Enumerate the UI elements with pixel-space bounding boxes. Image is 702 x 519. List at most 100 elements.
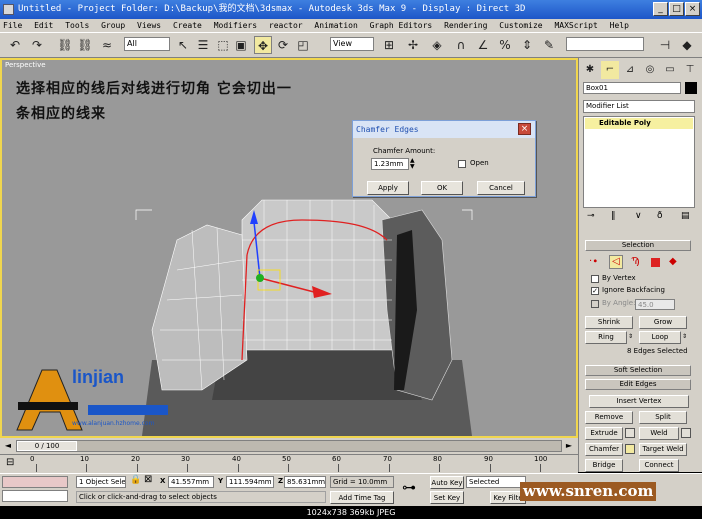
hierarchy-tab-icon[interactable]: ⊿	[621, 61, 639, 79]
menu-file[interactable]: File	[3, 21, 22, 30]
select-object-icon[interactable]: ↖	[174, 36, 192, 54]
named-selection-icon[interactable]: ✎	[540, 36, 558, 54]
mini-curve-editor-icon[interactable]: ⊟	[6, 457, 14, 468]
chamfer-settings-icon[interactable]	[625, 444, 635, 454]
menu-rendering[interactable]: Rendering	[444, 21, 487, 30]
minimize-button[interactable]: _	[653, 2, 668, 16]
select-by-name-icon[interactable]: ☰	[194, 36, 212, 54]
menu-maxscript[interactable]: MAXScript	[554, 21, 597, 30]
loop-button[interactable]: Loop	[639, 331, 681, 344]
pin-stack-icon[interactable]: ⊸	[587, 211, 595, 221]
open-checkbox[interactable]	[458, 160, 466, 168]
select-scale-icon[interactable]: ◰	[294, 36, 312, 54]
modifier-list-select[interactable]: Modifier List	[583, 100, 695, 113]
next-frame-icon[interactable]: ►	[563, 440, 575, 452]
bind-space-warp-icon[interactable]: ≈	[98, 36, 116, 54]
add-time-tag-button[interactable]: Add Time Tag	[330, 491, 394, 504]
perspective-viewport[interactable]: Perspective 选择相应的线后对线进行切角 它会切出一 条相应的线来 l…	[0, 58, 578, 438]
menu-edit[interactable]: Edit	[34, 21, 53, 30]
create-tab-icon[interactable]: ✱	[581, 61, 599, 79]
menu-customize[interactable]: Customize	[499, 21, 542, 30]
ring-button[interactable]: Ring	[585, 331, 627, 344]
align-icon[interactable]: ◆	[678, 36, 696, 54]
maxscript-listener-input[interactable]	[2, 490, 68, 502]
chamfer-button[interactable]: Chamfer	[585, 443, 623, 456]
key-mode-select[interactable]: Selected	[466, 476, 526, 488]
ok-button[interactable]: OK	[421, 181, 463, 195]
shrink-button[interactable]: Shrink	[585, 316, 633, 329]
reference-coord-select[interactable]: View	[330, 37, 374, 51]
ring-spinner[interactable]: ⇕	[628, 333, 633, 340]
time-slider-track[interactable]: 0 / 100	[16, 440, 562, 452]
select-manipulate-icon[interactable]: ✢	[404, 36, 422, 54]
named-selection-sets-field[interactable]	[566, 37, 644, 51]
y-coord-field[interactable]: 111.594mm	[226, 476, 274, 488]
target-weld-button[interactable]: Target Weld	[639, 443, 687, 456]
vertex-icon[interactable]: ·∙	[589, 256, 598, 267]
undo-icon[interactable]: ↶	[6, 36, 24, 54]
weld-settings-icon[interactable]	[681, 428, 691, 438]
edge-icon[interactable]: ◁	[609, 255, 623, 269]
make-unique-icon[interactable]: ∨	[635, 211, 642, 221]
modify-tab-icon[interactable]: ⌐	[601, 61, 619, 79]
extrude-button[interactable]: Extrude	[585, 427, 623, 440]
angle-snap-icon[interactable]: ∠	[474, 36, 492, 54]
close-button[interactable]: ×	[685, 2, 700, 16]
insert-vertex-button[interactable]: Insert Vertex	[589, 395, 689, 408]
menu-reactor[interactable]: reactor	[269, 21, 303, 30]
polygon-icon[interactable]	[651, 258, 660, 267]
chamfer-amount-input[interactable]: 1.23mm	[371, 158, 409, 170]
menu-modifiers[interactable]: Modifiers	[214, 21, 257, 30]
soft-selection-rollout-header[interactable]: Soft Selection	[585, 365, 691, 376]
stack-item-editable-poly[interactable]: Editable Poly	[585, 118, 693, 129]
chamfer-amount-spinner[interactable]: ▲ ▼	[410, 158, 415, 170]
redo-icon[interactable]: ↷	[28, 36, 46, 54]
spinner-snap-icon[interactable]: ⇕	[518, 36, 536, 54]
percent-snap-icon[interactable]: %	[496, 36, 514, 54]
maxscript-listener-mini[interactable]	[2, 476, 68, 488]
cancel-button[interactable]: Cancel	[477, 181, 525, 195]
apply-button[interactable]: Apply	[367, 181, 409, 195]
maximize-button[interactable]: □	[669, 2, 684, 16]
absolute-mode-icon[interactable]: ⊠	[144, 474, 152, 485]
selection-filter-select[interactable]: All	[124, 37, 170, 51]
menu-group[interactable]: Group	[101, 21, 125, 30]
weld-button[interactable]: Weld	[639, 427, 679, 440]
keyboard-shortcut-icon[interactable]: ◈	[428, 36, 446, 54]
menu-tools[interactable]: Tools	[65, 21, 89, 30]
menu-graph-editors[interactable]: Graph Editors	[370, 21, 433, 30]
select-rotate-icon[interactable]: ⟳	[274, 36, 292, 54]
key-mode-icon[interactable]: ⊶	[402, 480, 416, 496]
x-coord-field[interactable]: 41.557mm	[168, 476, 214, 488]
mirror-icon[interactable]: ⊣	[656, 36, 674, 54]
loop-spinner[interactable]: ⇕	[682, 333, 687, 340]
object-name-field[interactable]: Box01	[583, 82, 681, 94]
pivot-center-icon[interactable]: ⊞	[380, 36, 398, 54]
prev-frame-icon[interactable]: ◄	[2, 440, 14, 452]
app-icon[interactable]	[3, 4, 14, 15]
menu-help[interactable]: Help	[610, 21, 629, 30]
auto-key-button[interactable]: Auto Key	[430, 476, 464, 489]
by-angle-input[interactable]: 45.0	[635, 299, 675, 310]
display-tab-icon[interactable]: ▭	[661, 61, 679, 79]
snaps-toggle-icon[interactable]: ∩	[452, 36, 470, 54]
utilities-tab-icon[interactable]: ⊤	[681, 61, 699, 79]
split-button[interactable]: Split	[639, 411, 687, 424]
bridge-button[interactable]: Bridge	[585, 459, 623, 472]
z-coord-field[interactable]: 85.631mm	[284, 476, 326, 488]
object-color-swatch[interactable]	[685, 82, 697, 94]
lock-selection-icon[interactable]: 🔒	[130, 475, 141, 485]
show-end-result-icon[interactable]: ‖	[611, 211, 616, 221]
motion-tab-icon[interactable]: ◎	[641, 61, 659, 79]
remove-button[interactable]: Remove	[585, 411, 633, 424]
element-icon[interactable]: ◆	[669, 256, 677, 267]
border-icon[interactable]: Ϡ	[631, 256, 640, 267]
link-icon[interactable]: ⛓	[56, 36, 74, 54]
ignore-backfacing-checkbox[interactable]: ✓	[591, 287, 599, 295]
window-crossing-icon[interactable]: ▣	[232, 36, 250, 54]
configure-sets-icon[interactable]: ▤	[681, 211, 690, 221]
extrude-settings-icon[interactable]	[625, 428, 635, 438]
by-vertex-checkbox[interactable]	[591, 275, 599, 283]
track-bar[interactable]: ⊟ 0 10 20 30 40 50 60 70 80 90 100	[0, 454, 578, 473]
select-move-icon[interactable]: ✥	[254, 36, 272, 54]
